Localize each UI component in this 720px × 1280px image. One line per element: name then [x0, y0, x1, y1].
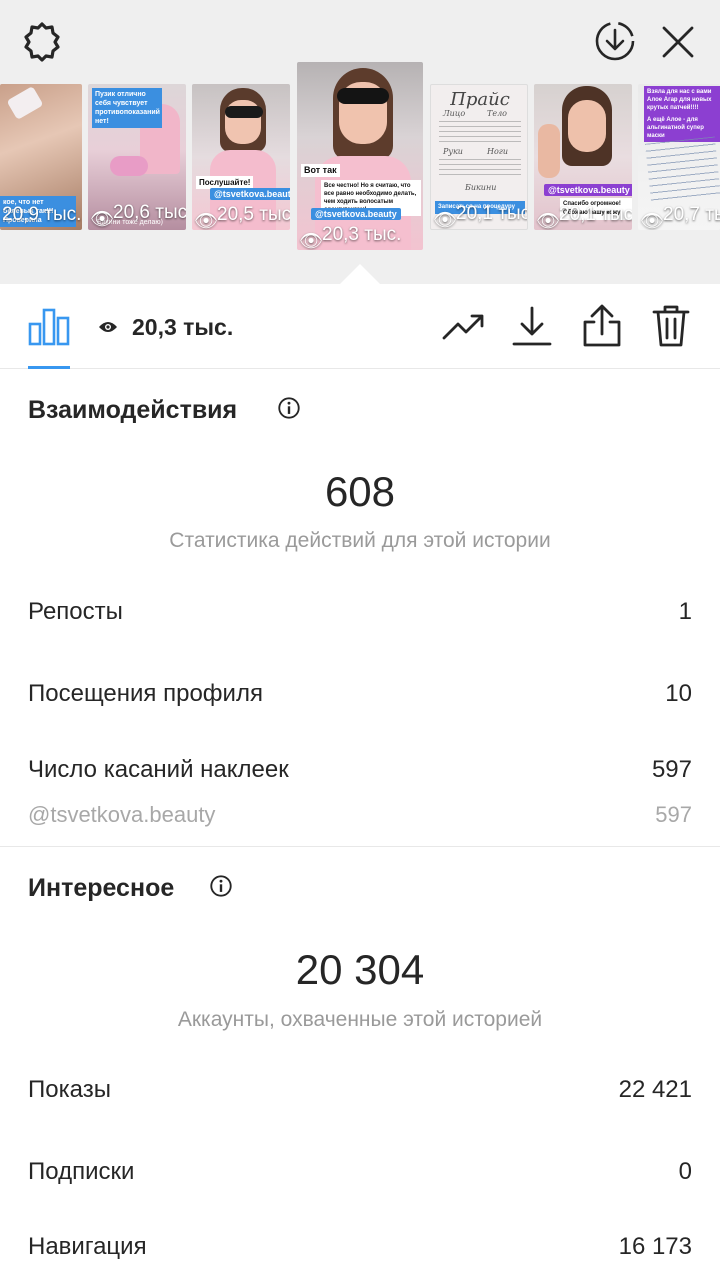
metric-label: Репосты [28, 598, 123, 625]
story-thumbnail-selected[interactable]: Вот так Все честно! Но я считаю, что все… [297, 62, 423, 250]
discovery-subtitle: Аккаунты, охваченные этой историей [177, 1008, 543, 1031]
price-col: Ноги [487, 147, 508, 156]
interactions-title: Взаимодействия [28, 396, 238, 424]
selected-caret [340, 264, 380, 284]
metric-value: 597 [651, 756, 692, 783]
views-count: 20,9 тыс. [2, 204, 82, 225]
info-icon[interactable] [278, 397, 300, 419]
story-caption: Пузик отлично себя чувствует противопока… [92, 88, 162, 128]
story-views: 20,9 тыс. [2, 204, 81, 226]
settings-icon[interactable] [20, 20, 64, 64]
price-col: Лицо [443, 109, 466, 118]
views-count: 20,7 тыс. [663, 204, 720, 225]
price-title: Прайс [450, 89, 510, 110]
eye-icon [99, 322, 117, 332]
story-strip-area: кое, что нет белевых так!!! Проверила 20… [0, 0, 720, 284]
face-shape [568, 100, 606, 152]
story-thumbnail[interactable]: Послушайте! @tsvetkova.beauty 👁20,5 тыс. [192, 84, 290, 230]
section-divider [0, 846, 720, 847]
story-views: 👁20,1 тыс. [433, 203, 528, 229]
story-tag: @tsvetkova.beauty [210, 188, 290, 200]
discovery-title: Интересное [28, 874, 175, 902]
goggles-shape [337, 88, 389, 104]
views-count: 20,1 тыс. [456, 203, 528, 224]
receipt-lines [645, 136, 720, 204]
metric-value: 16 173 [618, 1233, 692, 1260]
price-col: Руки [443, 147, 463, 156]
price-lines [439, 159, 521, 179]
interactions-subtitle: Статистика действий для этой истории [169, 529, 551, 552]
metric-label: @tsvetkova.beauty [28, 802, 216, 827]
insights-toolbar: 20,3 тыс. [0, 284, 720, 369]
story-views: 👁20,7 тыс. [640, 204, 720, 230]
goggles-shape [225, 106, 263, 118]
metric-value: 597 [655, 802, 692, 827]
metric-label: Показы [28, 1076, 111, 1103]
close-icon[interactable] [660, 24, 696, 60]
metric-label: Посещения профиля [28, 680, 263, 707]
interactions-total: 608 [324, 468, 396, 515]
hand-shape [538, 124, 560, 178]
views-count: 20,3 тыс. [322, 224, 402, 245]
price-col: Тело [487, 109, 507, 118]
story-views: 👁20,5 тыс. [194, 204, 290, 230]
share-icon[interactable] [582, 304, 622, 348]
metric-value: 10 [665, 680, 692, 707]
story-tag: @tsvetkova.beauty [311, 208, 401, 220]
trending-icon[interactable] [442, 312, 486, 342]
story-caption: Взяла для нас с вами Алое Агар для новых… [644, 86, 720, 114]
metric-label: Навигация [28, 1233, 147, 1260]
price-col: Бикини [465, 183, 497, 192]
active-tab-indicator [28, 366, 70, 369]
story-thumbnail[interactable]: @tsvetkova.beauty Спасибо огромное! Обож… [534, 84, 632, 230]
views-count: 20,5 тыс. [217, 204, 290, 225]
metric-label: Подписки [28, 1158, 135, 1185]
story-tag: @tsvetkova.beauty [544, 184, 632, 196]
device-shape [6, 85, 44, 121]
story-caption: Вот так [301, 164, 340, 177]
discovery-total: 20 304 [295, 946, 425, 993]
info-icon[interactable] [210, 875, 232, 897]
views-count: 20,1 тыс. [559, 204, 632, 225]
story-views: 👁20,6 тыс. [90, 202, 186, 230]
story-thumbnail[interactable]: кое, что нет белевых так!!! Проверила 20… [0, 84, 82, 230]
metric-label: Число касаний наклеек [28, 756, 289, 783]
story-thumbnail[interactable]: Пузик отлично себя чувствует противопока… [88, 84, 186, 230]
metric-value: 22 421 [618, 1076, 692, 1103]
story-thumbnail[interactable]: Прайс Лицо Тело Руки Ноги Бикини Записат… [430, 84, 528, 230]
trash-icon[interactable] [652, 304, 690, 348]
metric-value: 1 [678, 598, 692, 625]
bar-chart-icon[interactable] [28, 306, 70, 346]
metric-value: 0 [678, 1158, 692, 1185]
download-icon[interactable] [512, 306, 552, 348]
story-views: 👁20,1 тыс. [536, 204, 632, 230]
download-circle-icon[interactable] [594, 20, 636, 62]
views-total: 20,3 тыс. [132, 314, 234, 340]
price-lines [439, 121, 521, 143]
story-views: 👁20,3 тыс. [299, 224, 402, 250]
views-count: 20,6 тыс. [113, 202, 186, 223]
story-thumbnail[interactable]: Взяла для нас с вами Алое Агар для новых… [638, 84, 720, 230]
glove-shape [110, 156, 148, 176]
